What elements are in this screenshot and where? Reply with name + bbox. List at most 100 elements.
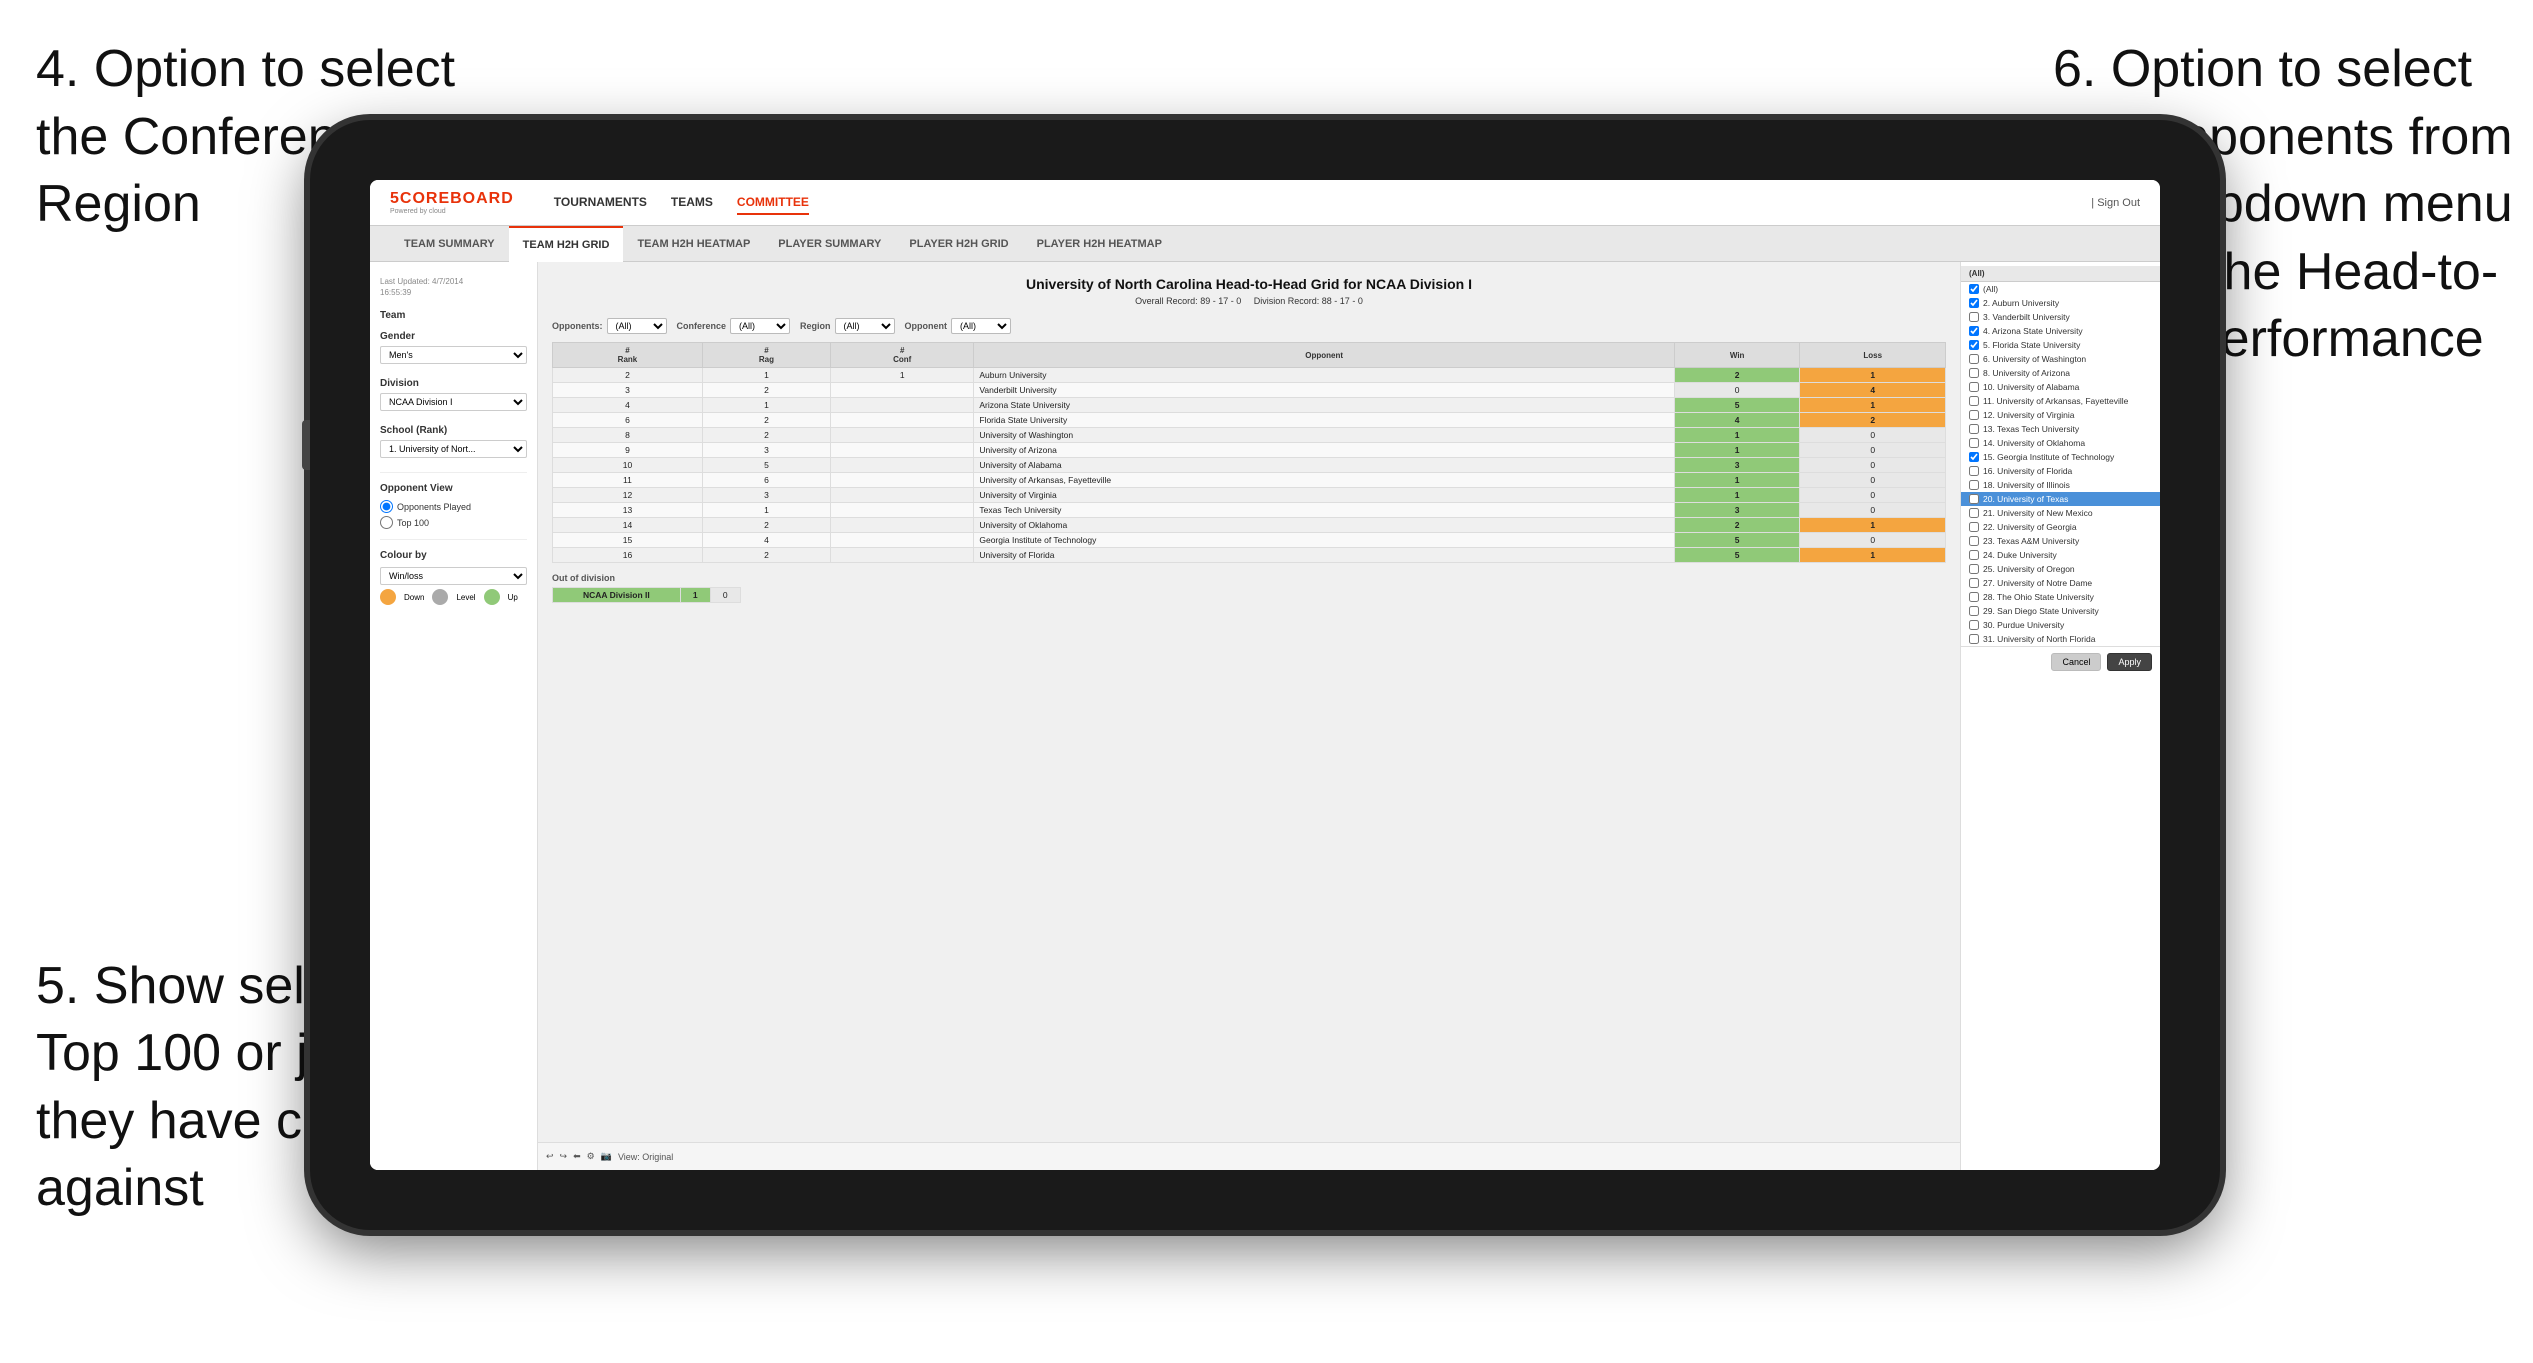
list-item-checkbox[interactable] [1969,396,1979,406]
list-item[interactable]: 12. University of Virginia [1961,408,2160,422]
cell-loss: 1 [1800,548,1946,563]
cell-opponent: University of Oklahoma [974,518,1675,533]
list-item[interactable]: 13. Texas Tech University [1961,422,2160,436]
cell-rag: 2 [702,413,830,428]
list-item-checkbox[interactable] [1969,592,1979,602]
sidebar-division-select[interactable]: NCAA Division I [380,393,527,411]
cancel-button[interactable]: Cancel [2051,653,2101,671]
sub-nav-team-summary[interactable]: TEAM SUMMARY [390,226,509,262]
colour-by-select[interactable]: Win/loss [380,567,527,585]
sidebar-gender-select[interactable]: Men's [380,346,527,364]
cell-rag: 1 [702,398,830,413]
list-item-checkbox[interactable] [1969,606,1979,616]
data-table: #Rank #Rag #Conf Opponent Win Loss 2 1 1… [552,342,1946,563]
col-opponent: Opponent [974,343,1675,368]
list-item[interactable]: 31. University of North Florida [1961,632,2160,646]
list-item-label: 31. University of North Florida [1983,634,2095,644]
filter-opponents-select[interactable]: (All) [607,318,667,334]
list-item[interactable]: 28. The Ohio State University [1961,590,2160,604]
nav-tournaments[interactable]: TOURNAMENTS [554,191,647,215]
list-item[interactable]: 21. University of New Mexico [1961,506,2160,520]
list-item[interactable]: 20. University of Texas [1961,492,2160,506]
apply-button[interactable]: Apply [2107,653,2152,671]
list-item-label: 28. The Ohio State University [1983,592,2094,602]
list-item[interactable]: 14. University of Oklahoma [1961,436,2160,450]
toolbar-redo[interactable]: ↪ [560,1151,568,1162]
list-item[interactable]: 4. Arizona State University [1961,324,2160,338]
list-item-checkbox[interactable] [1969,494,1979,504]
list-item-checkbox[interactable] [1969,326,1979,336]
list-item-checkbox[interactable] [1969,382,1979,392]
list-item-checkbox[interactable] [1969,620,1979,630]
list-item[interactable]: 8. University of Arizona [1961,366,2160,380]
list-item-checkbox[interactable] [1969,522,1979,532]
list-item[interactable]: 10. University of Alabama [1961,380,2160,394]
list-item[interactable]: 15. Georgia Institute of Technology [1961,450,2160,464]
list-item-checkbox[interactable] [1969,578,1979,588]
list-item-checkbox[interactable] [1969,298,1979,308]
list-item-checkbox[interactable] [1969,424,1979,434]
list-item-checkbox[interactable] [1969,368,1979,378]
tablet-side-button[interactable] [302,420,310,470]
list-item-label: 5. Florida State University [1983,340,2080,350]
list-item-checkbox[interactable] [1969,312,1979,322]
list-item-checkbox[interactable] [1969,564,1979,574]
list-item[interactable]: 22. University of Georgia [1961,520,2160,534]
nav-sign-out[interactable]: | Sign Out [2091,197,2140,209]
list-item-checkbox[interactable] [1969,284,1979,294]
list-item-checkbox[interactable] [1969,340,1979,350]
cell-loss: 4 [1800,383,1946,398]
list-item[interactable]: 2. Auburn University [1961,296,2160,310]
list-item-checkbox[interactable] [1969,466,1979,476]
list-item[interactable]: 24. Duke University [1961,548,2160,562]
list-item[interactable]: 25. University of Oregon [1961,562,2160,576]
table-row: 10 5 University of Alabama 3 0 [553,458,1946,473]
list-item-checkbox[interactable] [1969,410,1979,420]
list-item-label: 27. University of Notre Dame [1983,578,2092,588]
cell-loss: 0 [1800,503,1946,518]
filter-region-select[interactable]: (All) [835,318,895,334]
filter-opponent-select[interactable]: (All) [951,318,1011,334]
toolbar-view: View: Original [618,1152,673,1162]
list-item[interactable]: 16. University of Florida [1961,464,2160,478]
sidebar: Last Updated: 4/7/2014 16:55:39 Team Gen… [370,262,538,1170]
sub-nav-player-summary[interactable]: PLAYER SUMMARY [764,226,895,262]
list-item-checkbox[interactable] [1969,508,1979,518]
list-item[interactable]: 5. Florida State University [1961,338,2160,352]
cell-win: 2 [1674,518,1800,533]
cell-rag: 4 [702,533,830,548]
radio-opponents-played[interactable]: Opponents Played [380,500,527,513]
list-item-checkbox[interactable] [1969,550,1979,560]
list-item[interactable]: 29. San Diego State University [1961,604,2160,618]
sub-nav-player-heatmap[interactable]: PLAYER H2H HEATMAP [1023,226,1176,262]
sub-nav-h2h-grid[interactable]: TEAM H2H GRID [509,226,624,262]
sidebar-school-select[interactable]: 1. University of Nort... [380,440,527,458]
list-item-checkbox[interactable] [1969,634,1979,644]
list-item-checkbox[interactable] [1969,480,1979,490]
filter-conference-select[interactable]: (All) [730,318,790,334]
toolbar-undo[interactable]: ↩ [546,1151,554,1162]
list-item-checkbox[interactable] [1969,536,1979,546]
list-item[interactable]: 27. University of Notre Dame [1961,576,2160,590]
list-item[interactable]: 18. University of Illinois [1961,478,2160,492]
nav-committee[interactable]: COMMITTEE [737,191,809,215]
list-item[interactable]: 23. Texas A&M University [1961,534,2160,548]
table-row: 12 3 University of Virginia 1 0 [553,488,1946,503]
toolbar-back[interactable]: ⬅ [573,1151,581,1162]
radio-top100[interactable]: Top 100 [380,516,527,529]
cell-opponent: Florida State University [974,413,1675,428]
list-item-checkbox[interactable] [1969,354,1979,364]
list-item[interactable]: 3. Vanderbilt University [1961,310,2160,324]
list-item[interactable]: 30. Purdue University [1961,618,2160,632]
sub-nav-h2h-heatmap[interactable]: TEAM H2H HEATMAP [623,226,764,262]
list-item[interactable]: 11. University of Arkansas, Fayetteville [1961,394,2160,408]
list-item-checkbox[interactable] [1969,452,1979,462]
list-item[interactable]: 6. University of Washington [1961,352,2160,366]
list-item[interactable]: (All) [1961,282,2160,296]
cell-conf [831,428,974,443]
list-item-checkbox[interactable] [1969,438,1979,448]
nav-teams[interactable]: TEAMS [671,191,713,215]
sub-nav-player-h2h-grid[interactable]: PLAYER H2H GRID [895,226,1022,262]
toolbar-options[interactable]: ⚙ [587,1151,595,1162]
toolbar-camera[interactable]: 📷 [601,1151,612,1162]
